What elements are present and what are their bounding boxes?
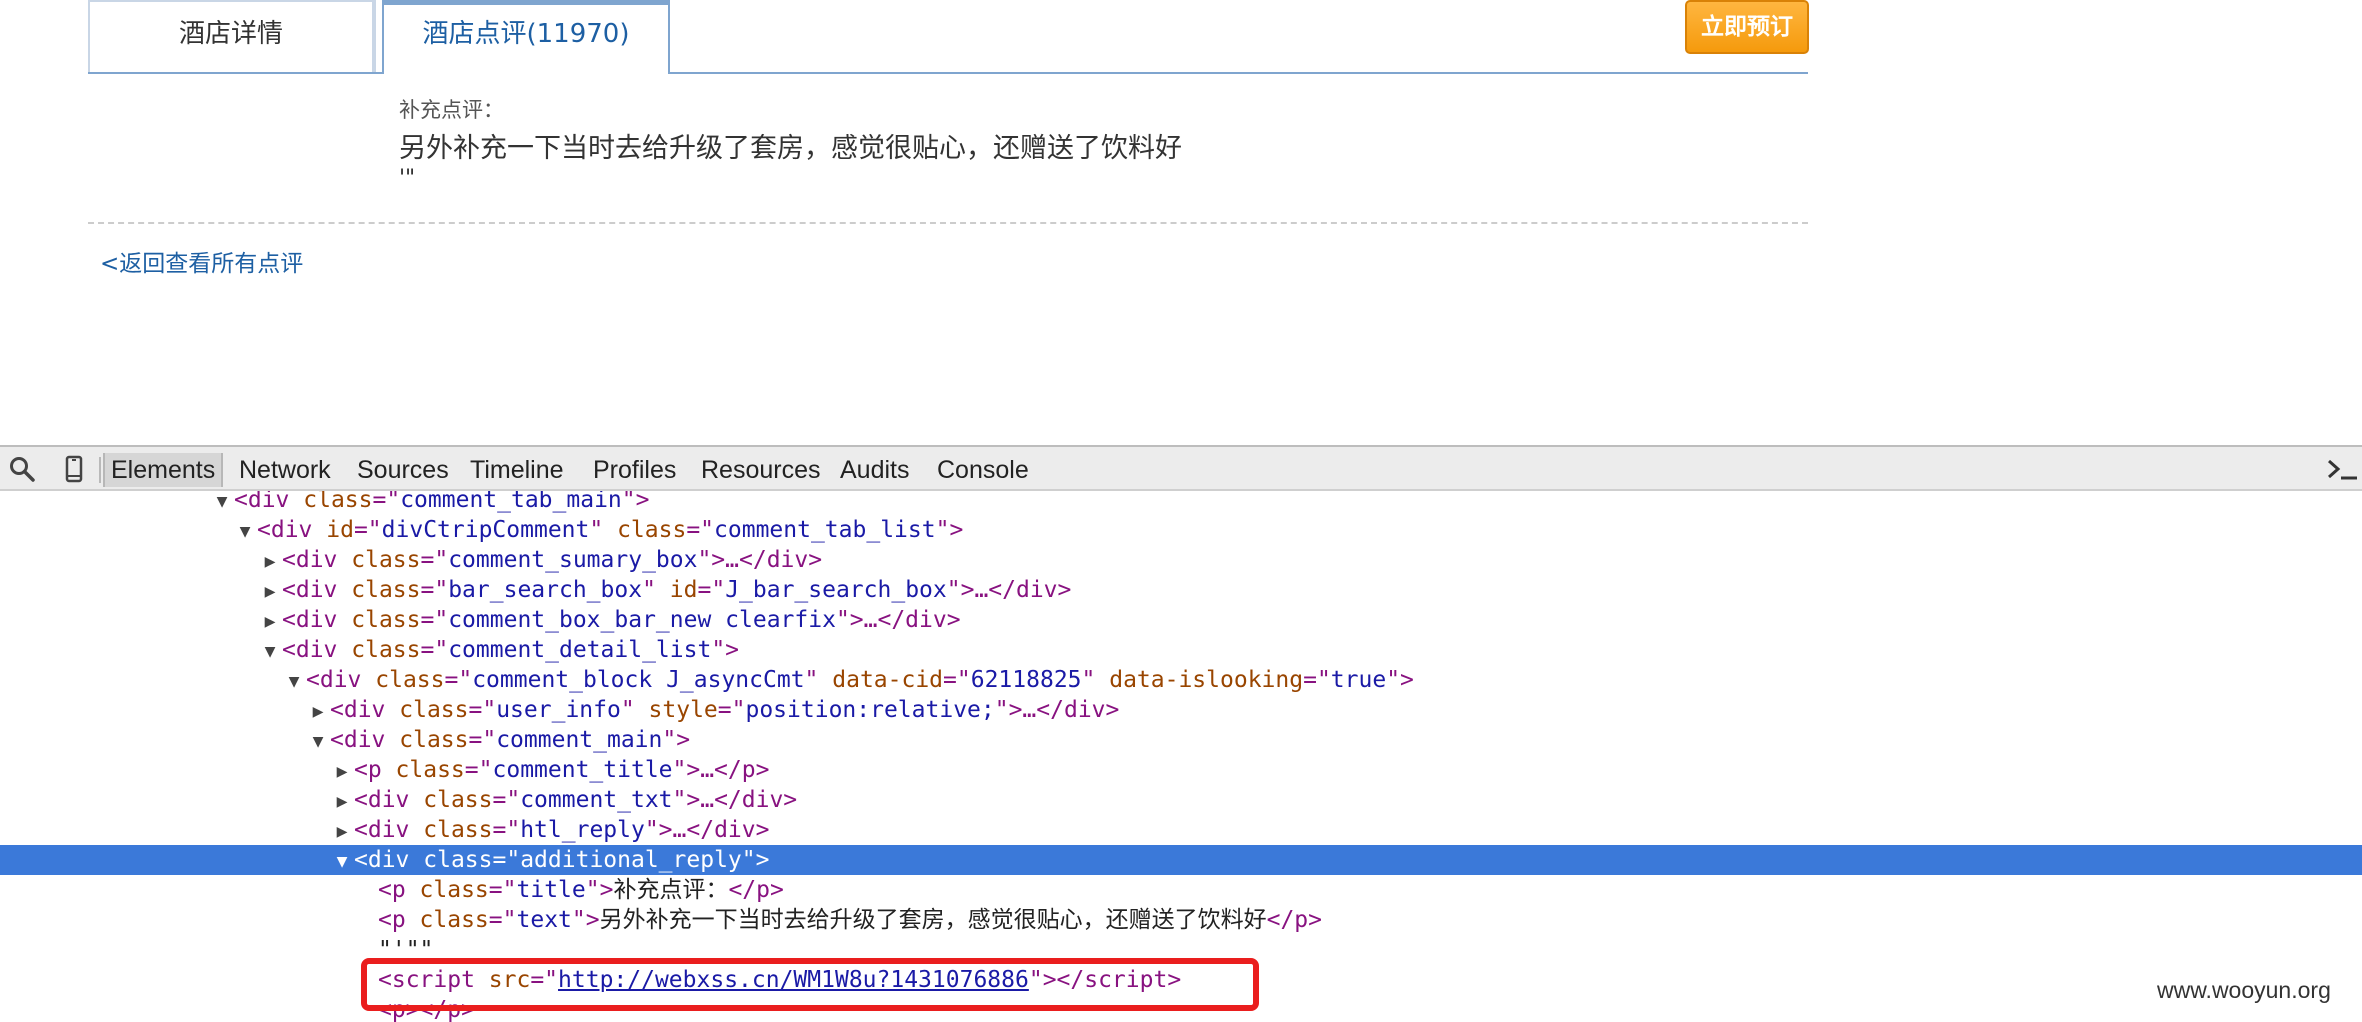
expanded-triangle-icon[interactable]: ▼: [330, 847, 354, 877]
book-now-button[interactable]: 立即预订: [1685, 0, 1809, 54]
expanded-triangle-icon[interactable]: ▼: [233, 517, 257, 547]
expanded-triangle-icon[interactable]: ▼: [210, 491, 234, 517]
hotel-tab-bar: 酒店详情 酒店点评(11970): [88, 0, 1808, 74]
dom-node[interactable]: ▶ <div class="comment_sumary_box">…</div>: [0, 545, 2362, 575]
tab-audits[interactable]: Audits: [840, 453, 909, 487]
collapsed-triangle-icon[interactable]: ▶: [330, 817, 354, 847]
expanded-triangle-icon[interactable]: ▼: [258, 637, 282, 667]
dom-node[interactable]: ▶ <p class="comment_title">…</p>: [0, 755, 2362, 785]
hotel-page: 酒店详情 酒店点评(11970) 立即预订 补充点评： 另外补充一下当时去给升级…: [0, 0, 2362, 445]
device-mode-icon[interactable]: [60, 455, 88, 483]
dom-tree: ▼ <div class="comment_tab_main"> ▼ <div id…: [0, 491, 2362, 1022]
tab-separator: [374, 0, 382, 72]
expanded-triangle-icon[interactable]: ▼: [306, 727, 330, 757]
tab-hotel-details[interactable]: 酒店详情: [88, 0, 374, 72]
review-injected-quotes: '": [399, 166, 416, 191]
console-drawer-icon[interactable]: [2326, 455, 2358, 483]
collapsed-triangle-icon[interactable]: ▶: [306, 697, 330, 727]
dom-node[interactable]: ▼ <div id="divCtripComment" class="commen…: [0, 515, 2362, 545]
collapsed-triangle-icon[interactable]: ▶: [258, 547, 282, 577]
review-additional-title: 补充点评：: [399, 98, 504, 122]
collapsed-triangle-icon[interactable]: ▶: [258, 607, 282, 637]
collapsed-triangle-icon[interactable]: ▶: [330, 787, 354, 817]
expanded-triangle-icon[interactable]: ▼: [282, 667, 306, 697]
devtools-panel: Elements Network Sources Timeline Profil…: [0, 445, 2362, 1022]
dom-node[interactable]: <p class="text">另外补充一下当时去给升级了套房，感觉很贴心，还赠…: [0, 905, 2362, 935]
collapsed-triangle-icon[interactable]: ▶: [330, 757, 354, 787]
back-to-all-reviews-link[interactable]: <返回查看所有点评: [100, 244, 303, 278]
dom-node[interactable]: ▶ <div class="bar_search_box" id="J_bar_s…: [0, 575, 2362, 605]
dom-node[interactable]: <p class="title">补充点评：</p>: [0, 875, 2362, 905]
search-icon[interactable]: [8, 455, 36, 483]
dom-node[interactable]: ▶ <div class="user_info" style="position:…: [0, 695, 2362, 725]
dom-node[interactable]: ▼ <div class="comment_block J_asyncCmt" d…: [0, 665, 2362, 695]
highlight-box: [361, 958, 1259, 1011]
dom-node[interactable]: ▶ <div class="htl_reply">…</div>: [0, 815, 2362, 845]
tab-timeline[interactable]: Timeline: [470, 453, 564, 487]
tab-console[interactable]: Console: [937, 453, 1029, 487]
tab-elements[interactable]: Elements: [103, 453, 224, 487]
tab-hotel-reviews[interactable]: 酒店点评(11970): [382, 0, 670, 74]
review-additional-text: 另外补充一下当时去给升级了套房，感觉很贴心，还赠送了饮料好: [399, 133, 1182, 164]
collapsed-triangle-icon[interactable]: ▶: [258, 577, 282, 607]
divider: [88, 222, 1808, 224]
dom-node[interactable]: ▼ <div class="comment_main">: [0, 725, 2362, 755]
tab-profiles[interactable]: Profiles: [593, 453, 676, 487]
dom-node-selected[interactable]: ▼ <div class="additional_reply">: [0, 845, 2362, 875]
dom-node[interactable]: ▼ <div class="comment_tab_main">: [0, 491, 2362, 515]
dom-node[interactable]: ▶ <div class="comment_txt">…</div>: [0, 785, 2362, 815]
dom-node[interactable]: ▶ <div class="comment_box_bar_new clearfi…: [0, 605, 2362, 635]
tab-sources[interactable]: Sources: [357, 453, 449, 487]
tab-network[interactable]: Network: [239, 453, 331, 487]
toolbar-divider: [99, 457, 101, 483]
dom-node[interactable]: ▼ <div class="comment_detail_list">: [0, 635, 2362, 665]
watermark: www.wooyun.org: [2157, 977, 2331, 1003]
tab-resources[interactable]: Resources: [701, 453, 821, 487]
devtools-toolbar: Elements Network Sources Timeline Profil…: [0, 445, 2362, 491]
